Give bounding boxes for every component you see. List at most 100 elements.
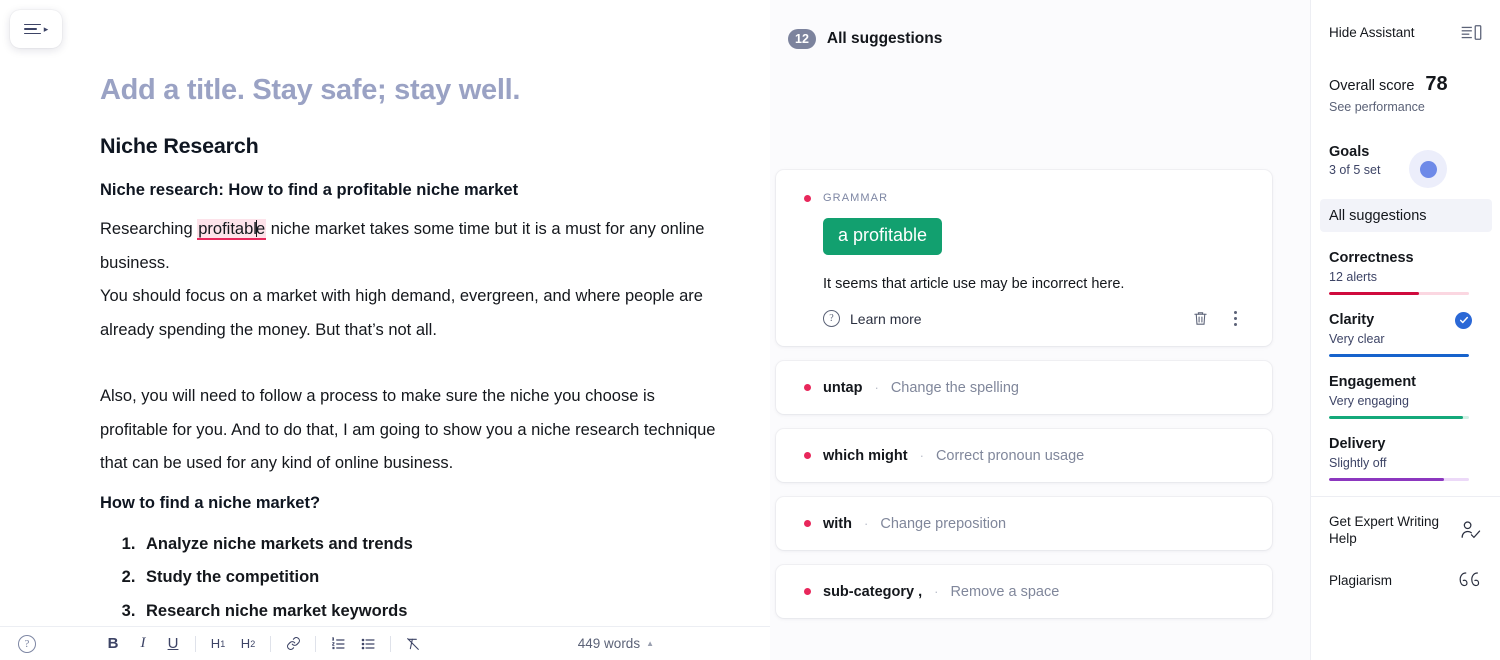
dismiss-suggestion-button[interactable] xyxy=(1192,310,1209,327)
underline-button[interactable]: U xyxy=(158,631,188,657)
suggestion-description: It seems that article use may be incorre… xyxy=(823,276,1125,292)
card-category-row: GRAMMAR xyxy=(804,192,1244,204)
document-title-placeholder[interactable]: Add a title. Stay safe; stay well. xyxy=(100,74,722,107)
suggestion-item[interactable]: untap · Change the spelling xyxy=(776,361,1272,414)
metric-progress-fill xyxy=(1329,354,1469,357)
h2-label: H xyxy=(240,636,251,651)
hamburger-icon xyxy=(23,23,41,35)
list-item-label: Analyze niche markets and trends xyxy=(146,534,413,553)
suggestion-term: which might xyxy=(823,447,908,464)
app-root: ▸ Add a title. Stay safe; stay well. Nic… xyxy=(0,0,1500,660)
suggestions-header: 12 All suggestions xyxy=(770,0,1310,49)
para1-before: Researching xyxy=(100,220,198,238)
panel-toggle-icon xyxy=(1461,25,1482,40)
learn-more-button[interactable]: ? Learn more xyxy=(823,310,922,327)
link-button[interactable] xyxy=(278,631,308,657)
card-footer: ? Learn more xyxy=(823,308,1244,333)
goals-title: Goals xyxy=(1329,144,1370,160)
numbered-list-icon xyxy=(332,636,345,649)
suggestion-dot-icon xyxy=(804,452,811,459)
metric-progress-fill xyxy=(1329,416,1464,419)
document-paragraph-3: Also, you will need to follow a process … xyxy=(100,387,716,472)
metric-name: Clarity xyxy=(1329,312,1375,328)
get-expert-writing-help-button[interactable]: Get Expert Writing Help xyxy=(1329,513,1482,547)
person-check-icon xyxy=(1461,520,1481,538)
editor-toolbar: ? B I U H1 H2 449 words ▲ xyxy=(0,626,770,660)
metric-engagement[interactable]: Engagement Very engaging xyxy=(1329,372,1482,419)
ordered-list-button[interactable] xyxy=(323,631,353,657)
assistant-divider xyxy=(1311,496,1500,497)
highlight-text-rest: e xyxy=(255,220,266,238)
metrics-list: Correctness 12 alerts Clarity Very clear… xyxy=(1329,248,1482,481)
heading-2-button[interactable]: H2 xyxy=(233,631,263,657)
suggestions-header-label: All suggestions xyxy=(826,30,943,47)
card-category-label: GRAMMAR xyxy=(823,192,889,204)
goals-indicator xyxy=(1409,150,1447,188)
metric-correctness[interactable]: Correctness 12 alerts xyxy=(1329,248,1482,295)
plagiarism-button[interactable]: Plagiarism xyxy=(1329,569,1482,591)
h1-sub: 1 xyxy=(220,638,226,649)
document-heading: Niche Research xyxy=(100,134,259,158)
suggestion-replacement-button[interactable]: a profitable xyxy=(823,218,943,255)
metric-header: Delivery xyxy=(1329,434,1482,454)
tab-all-suggestions[interactable]: All suggestions xyxy=(1320,199,1492,232)
metric-clarity[interactable]: Clarity Very clear xyxy=(1329,310,1482,357)
hide-assistant-label: Hide Assistant xyxy=(1329,25,1415,40)
suggestion-dot-icon xyxy=(804,384,811,391)
metric-progress-bar xyxy=(1329,478,1469,481)
suggestion-action: Change the spelling xyxy=(890,379,1019,396)
italic-button[interactable]: I xyxy=(128,631,158,657)
metric-name: Engagement xyxy=(1329,374,1417,390)
grammar-highlight-profitable[interactable]: profitable xyxy=(197,219,267,240)
overall-score-block: Overall score 78 See performance xyxy=(1329,73,1482,114)
toolbar-divider xyxy=(270,635,271,652)
document-body[interactable]: Add a title. Stay safe; stay well. Niche… xyxy=(0,74,770,626)
goals-dot-icon xyxy=(1419,160,1437,178)
bold-button[interactable]: B xyxy=(98,631,128,657)
checkmark-icon xyxy=(1459,316,1468,324)
help-circle-icon[interactable]: ? xyxy=(18,634,36,653)
metric-sub: Very engaging xyxy=(1329,394,1409,408)
suggestion-item[interactable]: with · Change preposition xyxy=(776,497,1272,550)
list-item: Research niche market keywords xyxy=(140,595,722,627)
heading-1-button[interactable]: H1 xyxy=(203,631,233,657)
suggestion-item[interactable]: which might · Correct pronoun usage xyxy=(776,429,1272,482)
suggestion-dot-icon xyxy=(804,588,811,595)
suggestion-item[interactable]: sub-category , · Remove a space xyxy=(776,565,1272,618)
bullet-list-button[interactable] xyxy=(353,631,383,657)
bullet-list-icon xyxy=(361,638,375,649)
suggestions-count-badge: 12 xyxy=(788,29,816,49)
document-ordered-list: Analyze niche markets and trends Study t… xyxy=(100,528,722,627)
overall-score-label: Overall score xyxy=(1329,78,1415,94)
more-options-button[interactable] xyxy=(1229,308,1242,329)
h2-sub: 2 xyxy=(250,638,256,649)
suggestion-dot-icon xyxy=(804,520,811,527)
metric-delivery[interactable]: Delivery Slightly off xyxy=(1329,434,1482,481)
clear-formatting-button[interactable] xyxy=(398,631,428,657)
metric-progress-bar xyxy=(1329,354,1469,357)
metric-header: Correctness xyxy=(1329,248,1482,268)
goals-block[interactable]: Goals 3 of 5 set xyxy=(1329,144,1482,188)
card-actions xyxy=(1192,308,1242,329)
hide-assistant-button[interactable]: Hide Assistant xyxy=(1329,0,1482,41)
question-circle-icon: ? xyxy=(823,310,840,327)
suggestion-separator: · xyxy=(864,516,869,531)
suggestion-card-grammar[interactable]: GRAMMAR a profitable It seems that artic… xyxy=(776,170,1272,346)
metric-header: Engagement xyxy=(1329,372,1482,392)
editor-column: ▸ Add a title. Stay safe; stay well. Nic… xyxy=(0,0,770,660)
metric-sub: 12 alerts xyxy=(1329,270,1377,284)
word-count[interactable]: 449 words ▲ xyxy=(578,636,654,651)
highlight-text: profitabl xyxy=(198,220,257,238)
see-performance-link[interactable]: See performance xyxy=(1329,100,1482,114)
formatting-tools: B I U H1 H2 xyxy=(98,631,428,657)
suggestion-action: Change preposition xyxy=(880,515,1007,532)
clear-formatting-icon xyxy=(407,637,419,650)
plagiarism-label: Plagiarism xyxy=(1329,572,1393,588)
document-paragraph-2: You should focus on a market with high d… xyxy=(100,287,703,339)
toolbar-divider xyxy=(195,635,196,652)
suggestion-separator: · xyxy=(919,448,924,463)
hamburger-menu-button[interactable]: ▸ xyxy=(10,10,62,48)
list-item: Analyze niche markets and trends xyxy=(140,528,722,562)
suggestion-action: Correct pronoun usage xyxy=(935,447,1085,464)
toolbar-divider xyxy=(315,635,316,652)
